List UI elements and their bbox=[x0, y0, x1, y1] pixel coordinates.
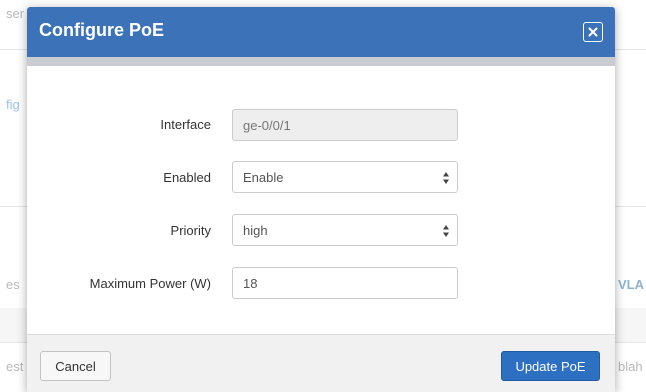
background-table-cell-fragment: blah bbox=[618, 359, 643, 374]
interface-value: ge-0/0/1 bbox=[243, 117, 291, 133]
background-text-fragment: ser bbox=[6, 6, 25, 21]
enabled-select[interactable]: Enable bbox=[232, 161, 458, 193]
max-power-value: 18 bbox=[243, 275, 258, 291]
dialog-header: Configure PoE bbox=[27, 7, 615, 57]
priority-select[interactable]: high bbox=[232, 214, 458, 246]
enabled-label: Enabled bbox=[163, 170, 211, 185]
select-arrows-icon bbox=[443, 225, 449, 237]
interface-field: ge-0/0/1 bbox=[232, 109, 458, 141]
close-button[interactable] bbox=[583, 22, 603, 42]
background-column-header-fragment: VLA bbox=[618, 277, 644, 292]
update-poe-button[interactable]: Update PoE bbox=[501, 351, 600, 381]
dialog-body: Interface ge-0/0/1 Enabled Enable Priori… bbox=[27, 66, 615, 334]
close-icon bbox=[588, 27, 598, 37]
background-link-fragment: fig bbox=[6, 97, 20, 112]
enabled-selected-value: Enable bbox=[243, 169, 284, 185]
dialog-title: Configure PoE bbox=[39, 20, 164, 40]
background-column-header-fragment: es bbox=[6, 277, 20, 292]
configure-poe-dialog: Configure PoE Interface ge-0/0/1 Enabled… bbox=[27, 7, 615, 392]
select-arrows-icon bbox=[443, 172, 449, 184]
priority-label: Priority bbox=[170, 223, 211, 238]
background-table-cell-fragment: est bbox=[6, 359, 24, 374]
max-power-label: Maximum Power (W) bbox=[89, 276, 211, 291]
dialog-footer: Cancel Update PoE bbox=[27, 334, 615, 392]
priority-selected-value: high bbox=[243, 222, 268, 238]
header-separator-bar bbox=[27, 57, 615, 66]
interface-label: Interface bbox=[160, 117, 211, 132]
max-power-input[interactable]: 18 bbox=[232, 267, 458, 299]
cancel-button[interactable]: Cancel bbox=[40, 351, 111, 381]
